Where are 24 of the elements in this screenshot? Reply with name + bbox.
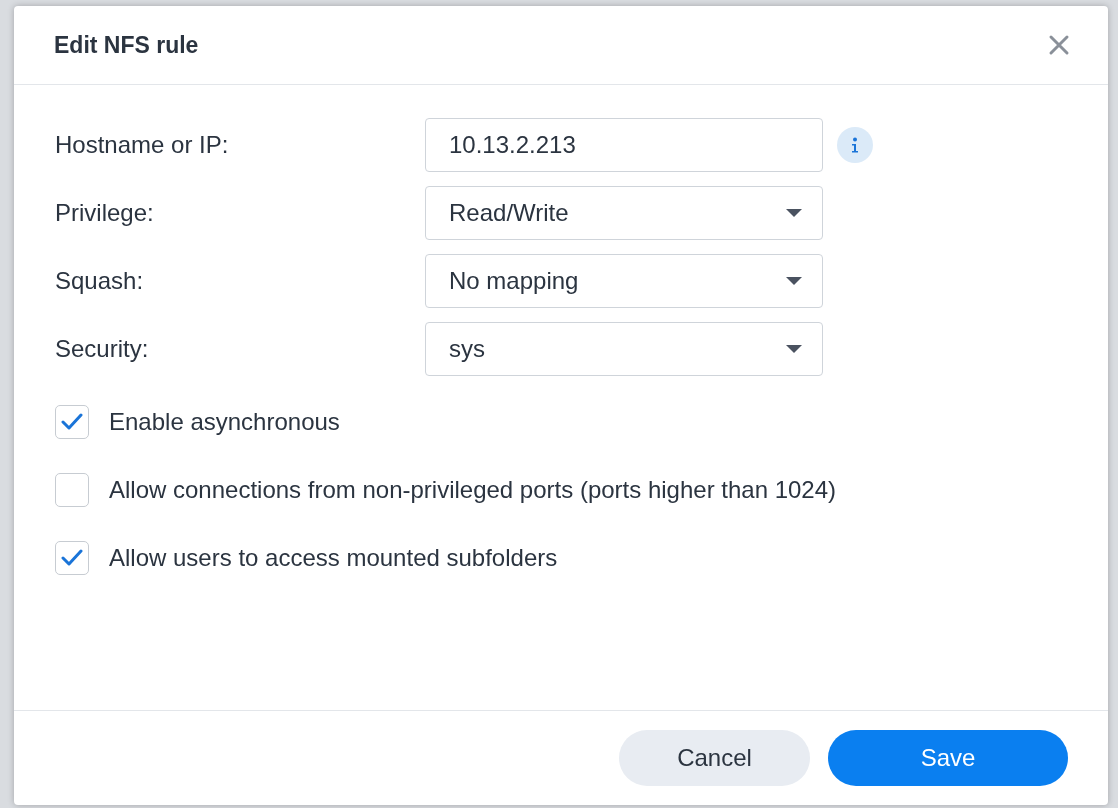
text-field[interactable]: 10.13.2.213 — [425, 118, 823, 172]
checkmark-icon — [61, 549, 83, 567]
checkbox-label: Allow users to access mounted subfolders — [109, 544, 558, 572]
caret-icon — [786, 344, 802, 354]
field-label: Hostname or IP: — [55, 131, 230, 159]
dropdown-field[interactable]: No mapping — [425, 254, 823, 308]
checkbox-label: Allow connections from non-privileged ports (ports higher than 1024) — [109, 476, 837, 504]
caret-icon — [786, 276, 802, 286]
close-icon — [1048, 34, 1070, 56]
checkbox[interactable] — [55, 405, 89, 439]
info-icon[interactable] — [837, 127, 873, 163]
dropdown-field[interactable]: sys — [425, 322, 823, 376]
dialog-title: Edit NFS rule — [54, 31, 199, 59]
checkbox-label: Enable asynchronous — [109, 408, 340, 436]
dropdown-field[interactable]: Read/Write — [425, 186, 823, 240]
field-label: Privilege: — [55, 199, 155, 227]
cancel-button[interactable]: Cancel — [619, 730, 810, 786]
checkmark-icon — [61, 413, 83, 431]
save-button[interactable]: Save — [828, 730, 1068, 786]
field-label: Security: — [55, 335, 150, 363]
field-label: Squash: — [55, 267, 145, 295]
caret-icon — [786, 208, 802, 218]
checkbox[interactable] — [55, 473, 89, 507]
checkbox[interactable] — [55, 541, 89, 575]
